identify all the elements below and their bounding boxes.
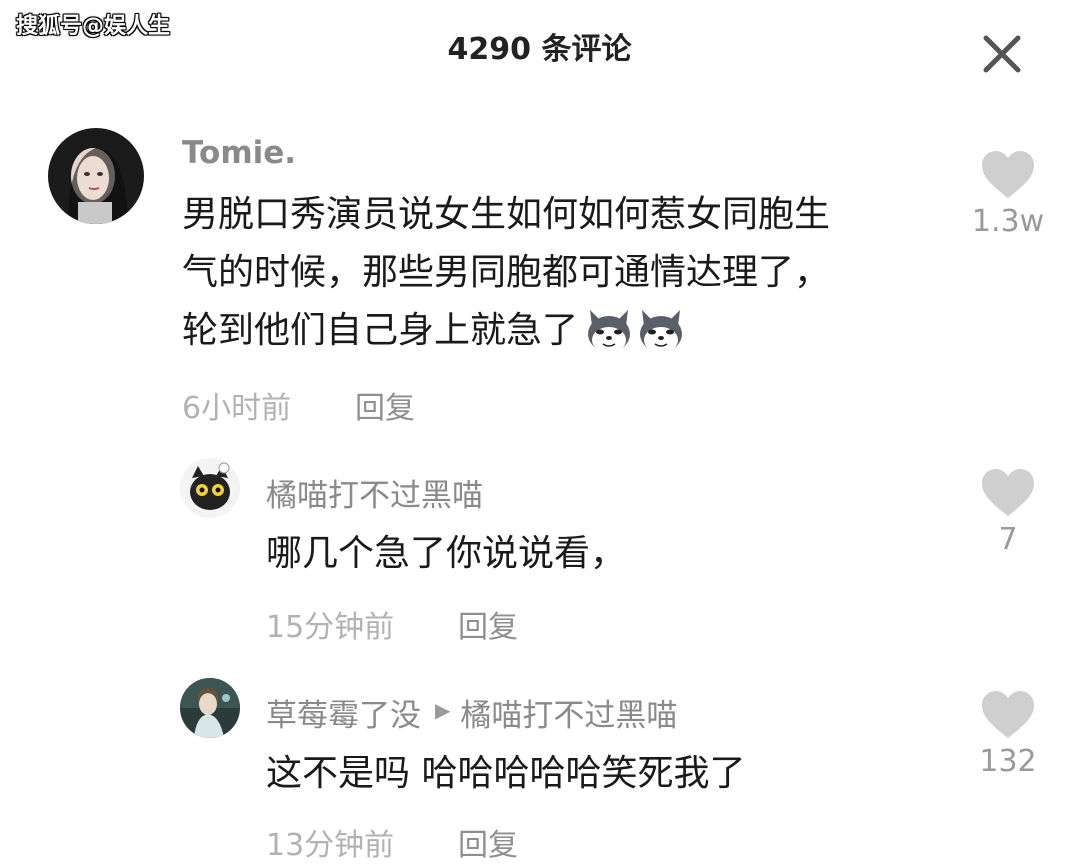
- comment-line-text: 轮到他们自己身上就急了: [182, 310, 579, 351]
- avatar[interactable]: [180, 458, 240, 518]
- avatar-portrait: [48, 128, 144, 224]
- reply-username-line: 草莓霉了没 ▶ 橘喵打不过黑喵: [266, 690, 677, 735]
- reply-to-username[interactable]: 橘喵打不过黑喵: [460, 690, 677, 735]
- like-button[interactable]: 1.3w: [958, 150, 1058, 239]
- reply-content: 这不是吗 哈哈哈哈哈笑死我了: [266, 753, 746, 794]
- comment-line: 轮到他们自己身上就急了: [182, 302, 942, 360]
- comment-count-title: 4290 条评论: [447, 32, 632, 67]
- like-count: 7: [998, 522, 1018, 557]
- avatar[interactable]: [48, 128, 144, 224]
- like-count: 132: [979, 744, 1037, 779]
- close-icon: [983, 35, 1021, 73]
- heart-icon: [982, 151, 1034, 198]
- reply-content: 哪几个急了你说说看，: [266, 533, 627, 574]
- reply-username[interactable]: 草莓霉了没: [266, 690, 421, 735]
- reply-button[interactable]: 回复: [458, 820, 518, 864]
- close-button[interactable]: [978, 30, 1026, 78]
- reply-arrow-icon: ▶: [435, 697, 451, 722]
- reply-username[interactable]: 橘喵打不过黑喵: [266, 470, 483, 515]
- like-count: 1.3w: [971, 204, 1045, 239]
- reply-time: 13分钟前: [266, 828, 395, 863]
- comment-line: 气的时候，那些男同胞都可通情达理了，: [182, 252, 831, 293]
- illustration-avatar: [180, 678, 240, 738]
- like-button[interactable]: 7: [958, 468, 1058, 557]
- like-button[interactable]: 132: [958, 690, 1058, 779]
- avatar[interactable]: [180, 678, 240, 738]
- wolf-face-emoji: [640, 310, 683, 353]
- comment-line: 男脱口秀演员说女生如何如何惹女同胞生: [182, 194, 831, 235]
- comment-content: 男脱口秀演员说女生如何如何惹女同胞生 气的时候，那些男同胞都可通情达理了， 轮到…: [182, 186, 942, 360]
- heart-icon: [982, 469, 1034, 516]
- reply-button[interactable]: 回复: [458, 602, 518, 646]
- reply-button[interactable]: 回复: [355, 383, 415, 427]
- comment-username[interactable]: Tomie.: [182, 135, 296, 171]
- reply-time: 15分钟前: [266, 610, 395, 645]
- wolf-face-emoji: [588, 310, 631, 353]
- comment-time: 6小时前: [182, 391, 292, 426]
- heart-icon: [982, 691, 1034, 738]
- black-cat-avatar: [180, 458, 240, 518]
